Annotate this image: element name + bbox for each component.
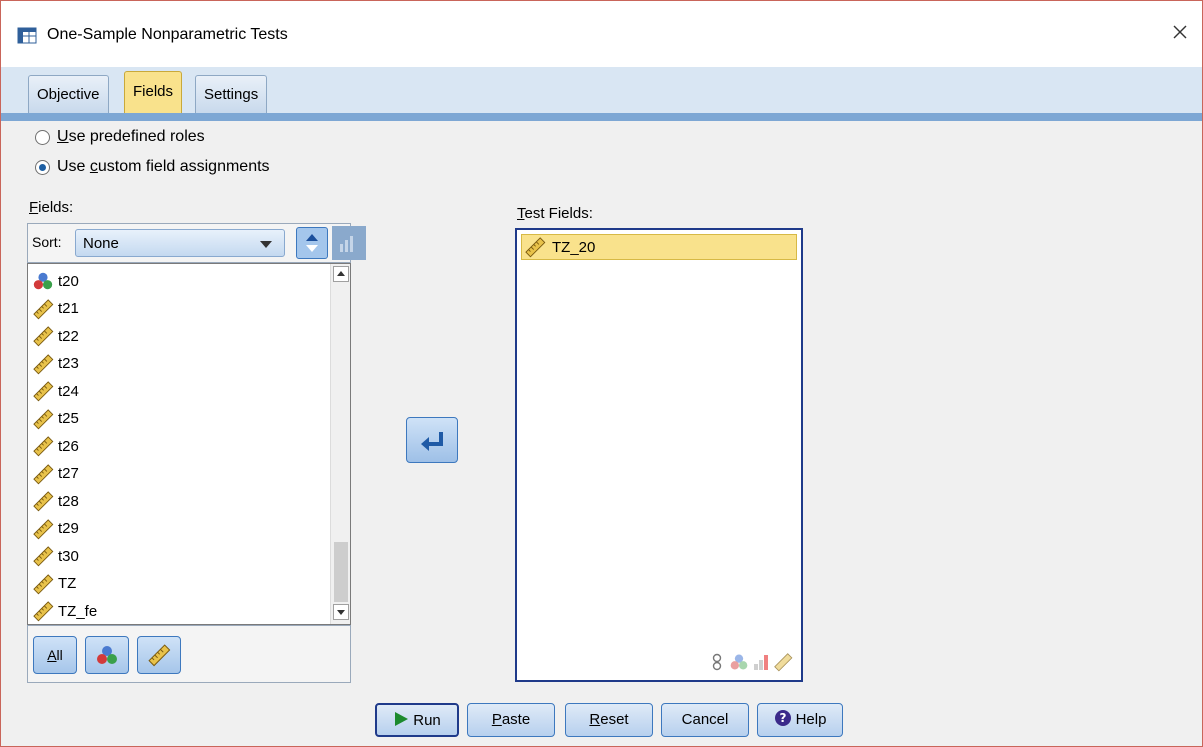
nominal-icon (33, 272, 53, 290)
list-item[interactable]: t20 (32, 268, 79, 294)
ordinal-rings-icon (712, 653, 722, 671)
chevron-down-icon (260, 241, 272, 248)
field-name: t29 (58, 520, 79, 537)
scale-icon (33, 381, 54, 402)
run-button[interactable]: Run (375, 703, 459, 737)
test-fields-list[interactable]: TZ_20 (515, 228, 803, 682)
sort-order-button[interactable] (332, 226, 366, 260)
list-item[interactable]: t25 (32, 406, 79, 432)
window-title: One-Sample Nonparametric Tests (47, 26, 288, 43)
sort-direction-button[interactable] (296, 227, 328, 259)
scale-icon (774, 653, 793, 672)
scale-icon (33, 463, 54, 484)
move-field-button[interactable] (406, 417, 458, 463)
scale-icon (148, 644, 171, 667)
fields-list[interactable]: t20 t21 t22 t23 t24 t25 t26 t27 t28 t29 t30 TZ TZ_fe (27, 263, 351, 625)
help-icon: ? (774, 710, 791, 726)
field-name: t26 (58, 437, 79, 455)
field-name: t27 (58, 465, 79, 482)
scale-icon (33, 408, 54, 429)
list-item[interactable]: t28 (32, 488, 79, 514)
scale-icon (33, 518, 54, 539)
field-name: t23 (58, 355, 79, 372)
cancel-button[interactable]: Cancel (661, 703, 749, 737)
list-item[interactable]: TZ_20 (521, 234, 797, 260)
sort-up-down-icon (306, 234, 318, 252)
list-item[interactable]: t26 (32, 433, 79, 459)
field-name: t24 (58, 382, 79, 400)
scale-icon (33, 353, 54, 374)
filter-all-button[interactable]: All (33, 636, 77, 674)
test-field-name: TZ_20 (552, 238, 596, 256)
nominal-icon (97, 646, 117, 664)
field-name: t20 (58, 272, 79, 290)
scale-icon (33, 326, 54, 347)
dialog-window: One-Sample Nonparametric Tests Objective… (0, 0, 1203, 747)
field-name: t21 (58, 300, 79, 317)
tab-bar: Objective Fields Settings (1, 67, 1202, 113)
field-name: t22 (58, 327, 79, 345)
help-button[interactable]: ? Help (757, 703, 843, 737)
ordinal-bars-icon (754, 655, 768, 670)
scroll-up-icon (337, 271, 345, 276)
list-item[interactable]: t24 (32, 378, 79, 404)
list-item[interactable]: t29 (32, 516, 79, 542)
scale-icon (33, 491, 54, 512)
field-name: t28 (58, 492, 79, 510)
paste-button[interactable]: Paste (467, 703, 555, 737)
play-icon (395, 712, 409, 726)
scroll-down-arrow[interactable] (333, 604, 349, 620)
title-bar: One-Sample Nonparametric Tests (1, 1, 1202, 67)
scale-icon (525, 237, 546, 258)
close-icon[interactable] (1166, 18, 1194, 46)
scroll-down-icon (337, 610, 345, 615)
list-item[interactable]: t30 (32, 543, 79, 569)
scale-icon (33, 546, 54, 567)
filter-scale-button[interactable] (137, 636, 181, 674)
svg-text:?: ? (779, 711, 786, 725)
radio-label-predefined: Use predefined roles (57, 128, 205, 145)
sort-order-icon (340, 236, 353, 252)
test-fields-label: Test Fields: (517, 205, 593, 222)
scale-icon (33, 298, 54, 319)
use-predefined-roles-radio[interactable]: Use predefined roles (35, 126, 205, 148)
list-item[interactable]: TZ (32, 571, 76, 597)
nominal-icon (730, 654, 748, 670)
vertical-scrollbar[interactable] (330, 264, 350, 624)
field-filter-toolbar: All (27, 625, 351, 683)
scale-icon (33, 573, 54, 594)
sort-toolbar: Sort: None (27, 223, 366, 263)
field-name: TZ_fe (58, 602, 98, 620)
scrollbar-thumb[interactable] (334, 542, 348, 602)
list-item[interactable]: t27 (32, 461, 79, 487)
spss-app-icon (17, 27, 37, 44)
tab-fields[interactable]: Fields (124, 71, 183, 113)
scroll-up-arrow[interactable] (333, 266, 349, 282)
radio-button-custom[interactable] (35, 159, 50, 175)
radio-button-predefined[interactable] (35, 129, 50, 145)
use-custom-field-assignments-radio[interactable]: Use custom field assignments (35, 156, 270, 178)
list-item[interactable]: t22 (32, 323, 79, 349)
reset-button[interactable]: Reset (565, 703, 653, 737)
list-item[interactable]: t21 (32, 296, 79, 322)
fields-label: Fields: (29, 199, 74, 216)
radio-label-custom: Use custom field assignments (57, 158, 270, 175)
sort-label: Sort: (32, 234, 62, 250)
filter-nominal-button[interactable] (85, 636, 129, 674)
arrow-back-icon (421, 432, 443, 451)
allowed-measures-icons (707, 652, 793, 672)
tab-objective[interactable]: Objective (28, 75, 109, 113)
tab-settings[interactable]: Settings (195, 75, 268, 113)
scale-icon (33, 436, 54, 457)
sort-value: None (83, 235, 119, 252)
field-name: t25 (58, 410, 79, 427)
tab-strip (1, 113, 1202, 121)
scale-icon (33, 601, 54, 622)
list-item[interactable]: TZ_fe (32, 598, 97, 624)
sort-dropdown[interactable]: None (75, 229, 285, 257)
list-item[interactable]: t23 (32, 351, 79, 377)
field-name: TZ (58, 575, 77, 592)
field-name: t30 (58, 547, 79, 565)
